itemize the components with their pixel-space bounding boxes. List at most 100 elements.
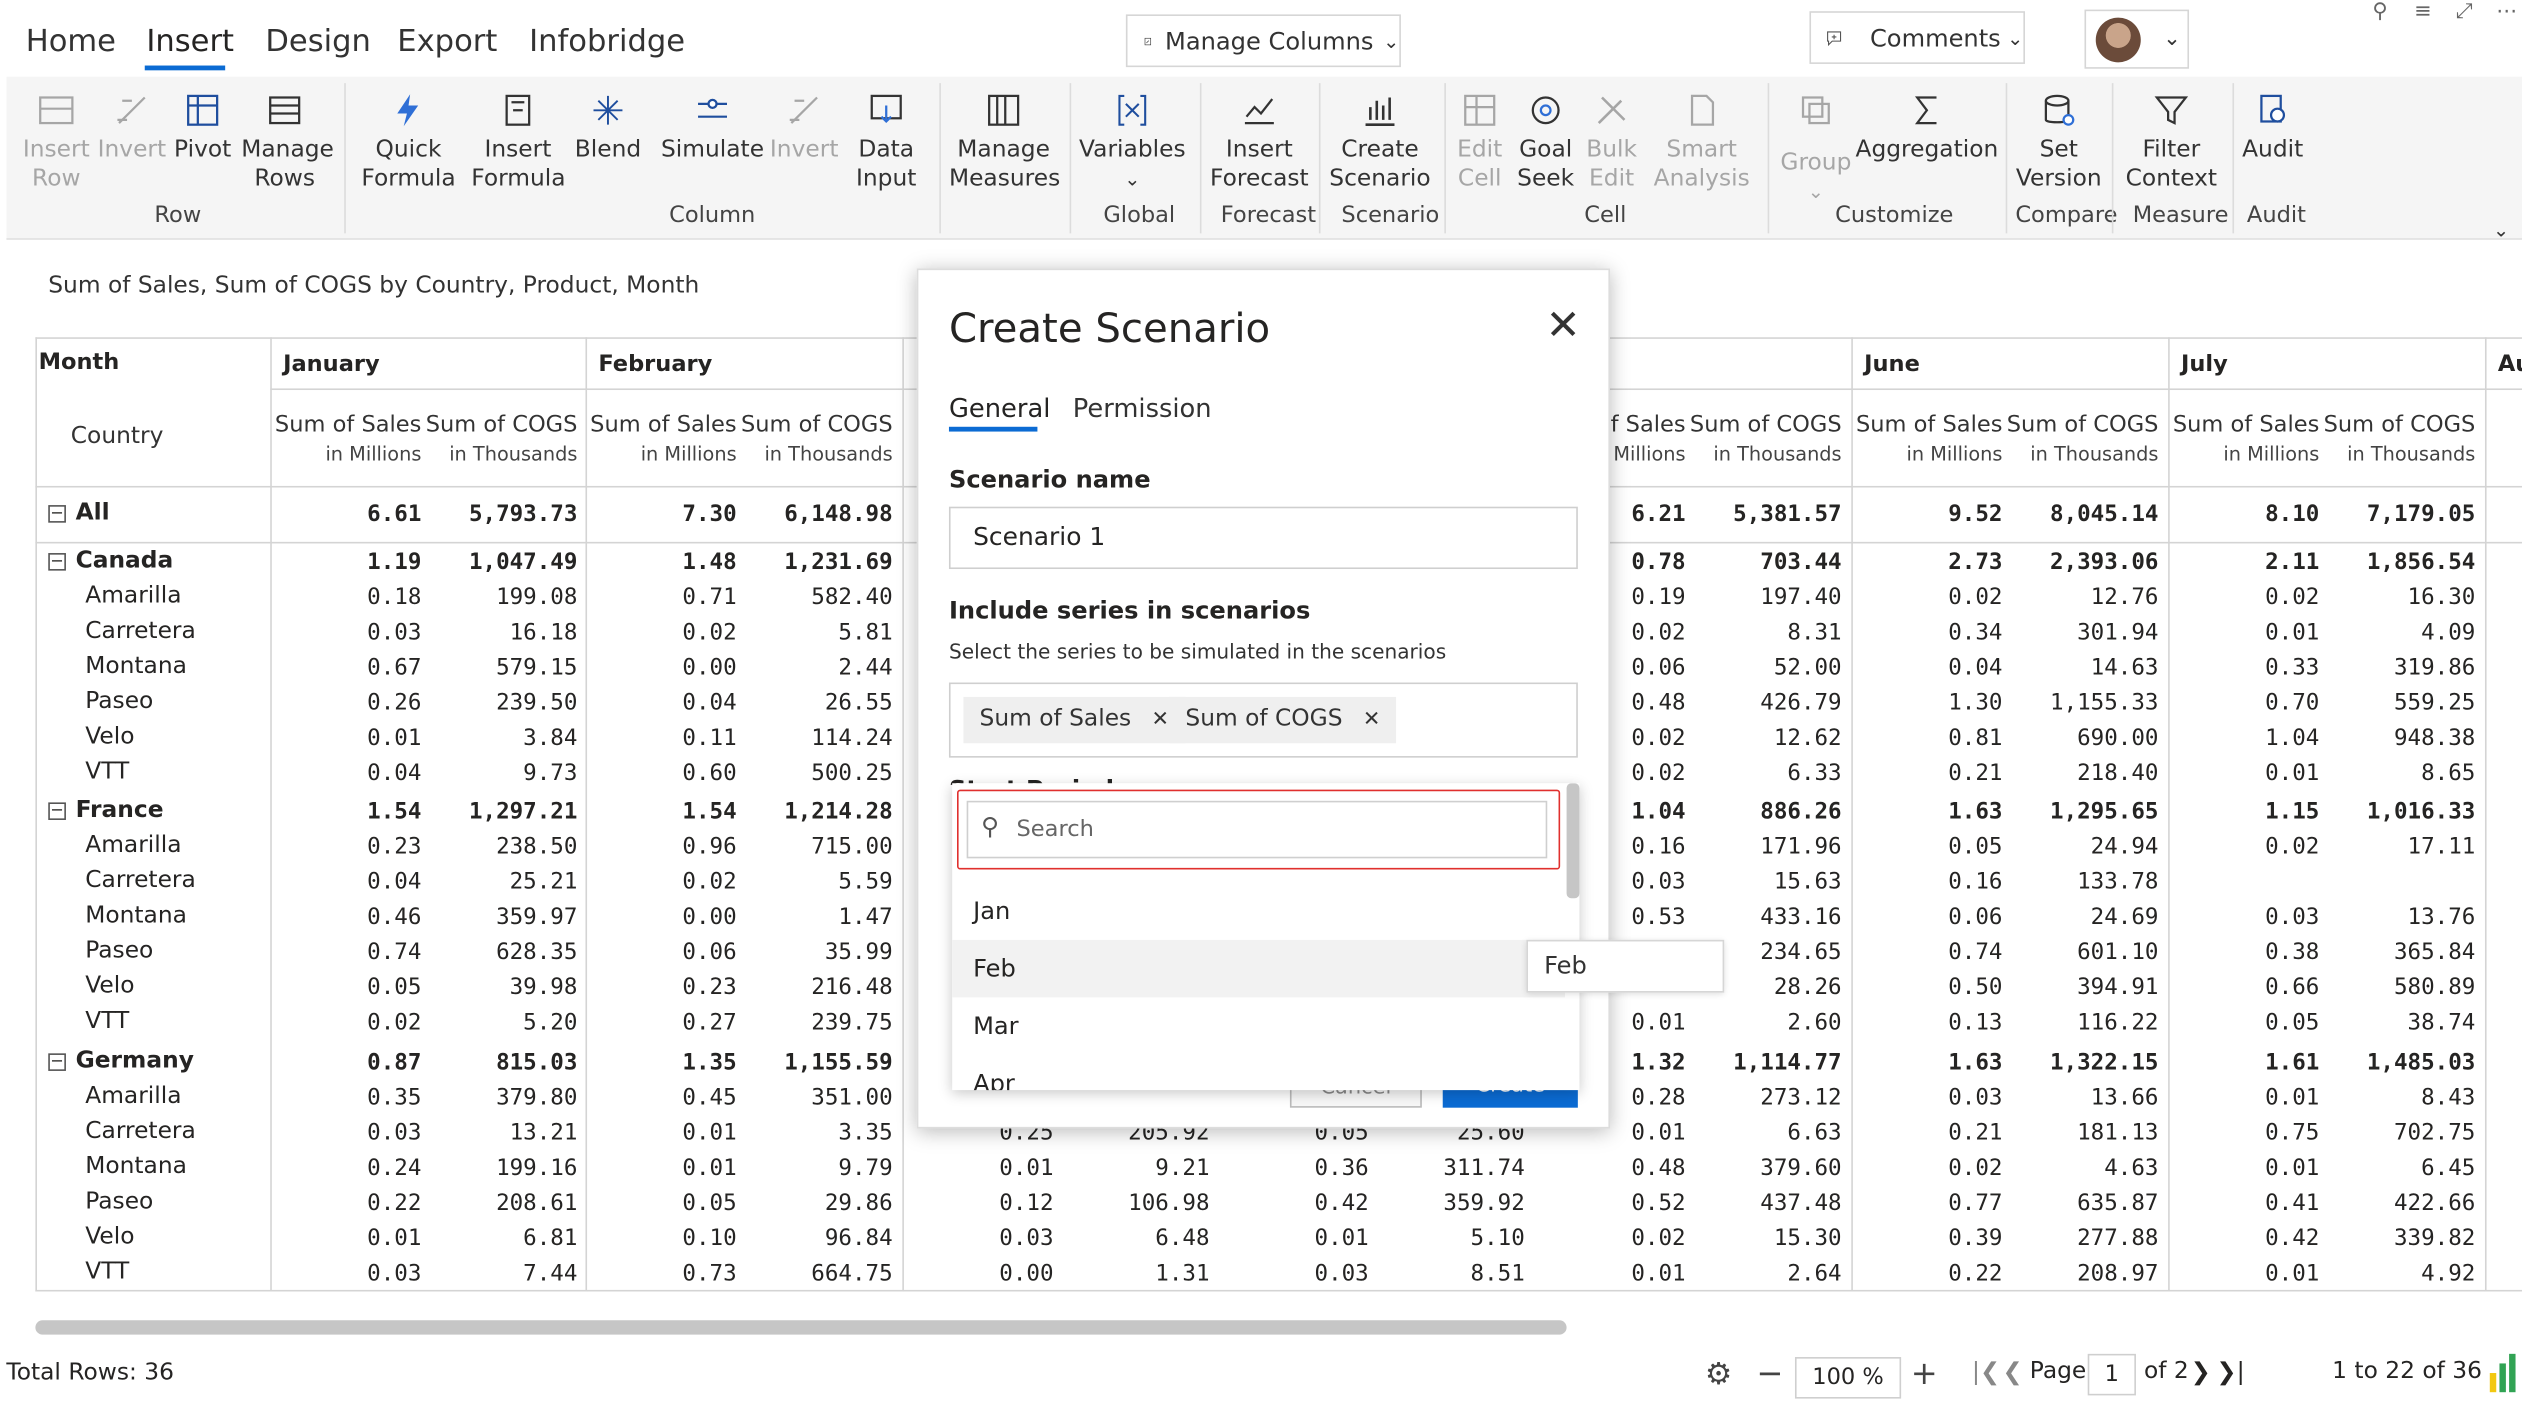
table-cell[interactable]: 5.20: [426, 1010, 577, 1036]
table-cell[interactable]: 1,016.33: [2324, 799, 2475, 825]
row-header[interactable]: Germany: [76, 1049, 194, 1075]
table-cell[interactable]: 0.01: [2168, 761, 2319, 787]
table-cell[interactable]: 9.21: [1058, 1156, 1209, 1182]
table-cell[interactable]: 0.01: [2168, 1261, 2319, 1287]
table-cell[interactable]: 1,856.54: [2324, 550, 2475, 576]
data-input-button[interactable]: Data Input: [846, 83, 926, 193]
option-jan[interactable]: Jan: [952, 882, 1565, 940]
next-page-icon[interactable]: ❯: [2191, 1357, 2211, 1386]
row-header[interactable]: Carretera: [85, 868, 196, 894]
table-cell[interactable]: 0.03: [902, 1226, 1053, 1252]
table-cell[interactable]: 559.25: [2324, 691, 2475, 717]
month-header-january[interactable]: January: [283, 352, 380, 378]
table-cell[interactable]: 0.05: [1851, 834, 2002, 860]
tab-infobridge[interactable]: Infobridge: [529, 24, 685, 59]
table-cell[interactable]: 0.01: [2168, 1156, 2319, 1182]
table-cell[interactable]: 1,155.59: [741, 1050, 892, 1076]
table-cell[interactable]: 38.74: [2324, 1010, 2476, 1036]
edit-cell-button[interactable]: Edit Cell: [1452, 83, 1507, 193]
pivot-button[interactable]: Pivot: [174, 83, 232, 165]
manage-rows-button[interactable]: Manage Rows: [241, 83, 334, 193]
collapse-toggle-icon[interactable]: −: [48, 802, 66, 820]
table-cell[interactable]: 0.34: [1851, 620, 2002, 646]
table-cell[interactable]: 0.24: [270, 1156, 421, 1182]
table-cell[interactable]: 635.87: [2007, 1191, 2158, 1217]
table-cell[interactable]: 1.54: [585, 799, 736, 825]
table-cell[interactable]: 2,393.06: [2007, 550, 2158, 576]
table-cell[interactable]: 582.40: [741, 585, 892, 611]
table-cell[interactable]: 319.86: [2324, 655, 2475, 681]
table-cell[interactable]: 0.05: [270, 975, 421, 1001]
user-menu-button[interactable]: ⌄: [2084, 9, 2190, 69]
table-cell[interactable]: 0.60: [585, 761, 736, 787]
row-header[interactable]: Velo: [85, 724, 134, 750]
create-scenario-button[interactable]: Create Scenario: [1329, 83, 1432, 193]
measure-column-header[interactable]: Sum of COGS in Thousands: [737, 411, 893, 469]
row-header[interactable]: VTT: [85, 759, 129, 785]
aggregation-button[interactable]: Aggregation: [1855, 83, 1998, 165]
table-cell[interactable]: 0.01: [1218, 1226, 1369, 1252]
start-period-dropdown[interactable]: ⚲ Search Jan Feb Mar Apr: [952, 783, 1580, 1091]
table-cell[interactable]: 394.91: [2007, 975, 2158, 1001]
collapse-ribbon-icon[interactable]: ⌄: [2493, 219, 2509, 241]
tab-permission[interactable]: Permission: [1073, 393, 1212, 423]
measure-column-header[interactable]: Sum of Sales in Millions: [2163, 411, 2319, 469]
table-cell[interactable]: 1.15: [2168, 799, 2319, 825]
table-cell[interactable]: 8.10: [2168, 502, 2319, 528]
table-cell[interactable]: 13.76: [2324, 905, 2476, 931]
table-cell[interactable]: 0.01: [270, 726, 421, 752]
table-cell[interactable]: 25.21: [426, 870, 578, 896]
table-cell[interactable]: 12.62: [1690, 726, 1842, 752]
table-cell[interactable]: 815.03: [426, 1050, 577, 1076]
option-mar[interactable]: Mar: [952, 997, 1565, 1055]
measure-column-header[interactable]: Sum of COGS in Thousands: [1686, 411, 1842, 469]
table-cell[interactable]: 29.86: [741, 1191, 893, 1217]
table-cell[interactable]: 199.08: [426, 585, 577, 611]
table-cell[interactable]: 0.46: [270, 905, 421, 931]
table-cell[interactable]: 13.66: [2007, 1085, 2159, 1111]
table-cell[interactable]: 9.79: [741, 1156, 892, 1182]
measure-column-header[interactable]: Sum of COGS in Thousands: [421, 411, 578, 469]
series-multiselect[interactable]: Sum of Sales ✕ Sum of COGS ✕: [948, 682, 1578, 758]
table-cell[interactable]: 273.12: [1690, 1085, 1841, 1111]
table-cell[interactable]: 7.30: [585, 502, 736, 528]
table-cell[interactable]: 24.94: [2007, 834, 2159, 860]
table-cell[interactable]: 216.48: [741, 975, 892, 1001]
table-cell[interactable]: 886.26: [1690, 799, 1841, 825]
table-cell[interactable]: 0.02: [1534, 1226, 1685, 1252]
blend-button[interactable]: Blend: [573, 83, 644, 165]
table-cell[interactable]: 301.94: [2007, 620, 2158, 646]
table-cell[interactable]: 702.75: [2324, 1120, 2475, 1146]
table-cell[interactable]: 1,485.03: [2324, 1050, 2475, 1076]
table-cell[interactable]: 601.10: [2007, 940, 2158, 966]
table-cell[interactable]: 1,322.15: [2007, 1050, 2158, 1076]
table-cell[interactable]: 0.38: [2168, 940, 2319, 966]
table-cell[interactable]: 0.02: [1851, 585, 2002, 611]
table-cell[interactable]: 0.35: [270, 1085, 421, 1111]
invert-row-button[interactable]: Invert: [98, 83, 166, 165]
table-cell[interactable]: 24.69: [2007, 905, 2159, 931]
table-cell[interactable]: 14.63: [2007, 655, 2159, 681]
goal-seek-button[interactable]: Goal Seek: [1515, 83, 1576, 193]
measure-column-header[interactable]: Sum of Sales in Millions: [265, 411, 421, 469]
table-cell[interactable]: 2.60: [1690, 1010, 1841, 1036]
table-cell[interactable]: 52.00: [1690, 655, 1842, 681]
table-cell[interactable]: 0.71: [585, 585, 736, 611]
pin-icon[interactable]: ⚲: [2372, 0, 2387, 24]
table-cell[interactable]: 580.89: [2324, 975, 2475, 1001]
table-cell[interactable]: 1.63: [1851, 1050, 2002, 1076]
zoom-in-button[interactable]: +: [1911, 1354, 1938, 1392]
row-header[interactable]: Amarilla: [85, 1084, 181, 1110]
measure-column-header[interactable]: Sum of Sales in Millions: [581, 411, 736, 469]
simulate-button[interactable]: Simulate: [661, 83, 764, 165]
table-cell[interactable]: 1.19: [270, 550, 421, 576]
table-cell[interactable]: 8.65: [2324, 761, 2475, 787]
table-cell[interactable]: 2.64: [1690, 1261, 1841, 1287]
table-cell[interactable]: 6.45: [2324, 1156, 2475, 1182]
table-cell[interactable]: 379.60: [1690, 1156, 1841, 1182]
horizontal-scrollbar[interactable]: [35, 1320, 1567, 1335]
tab-general[interactable]: General: [949, 393, 1050, 423]
table-cell[interactable]: 1.54: [270, 799, 421, 825]
tab-design[interactable]: Design: [265, 24, 371, 59]
table-cell[interactable]: 5.59: [741, 870, 892, 896]
